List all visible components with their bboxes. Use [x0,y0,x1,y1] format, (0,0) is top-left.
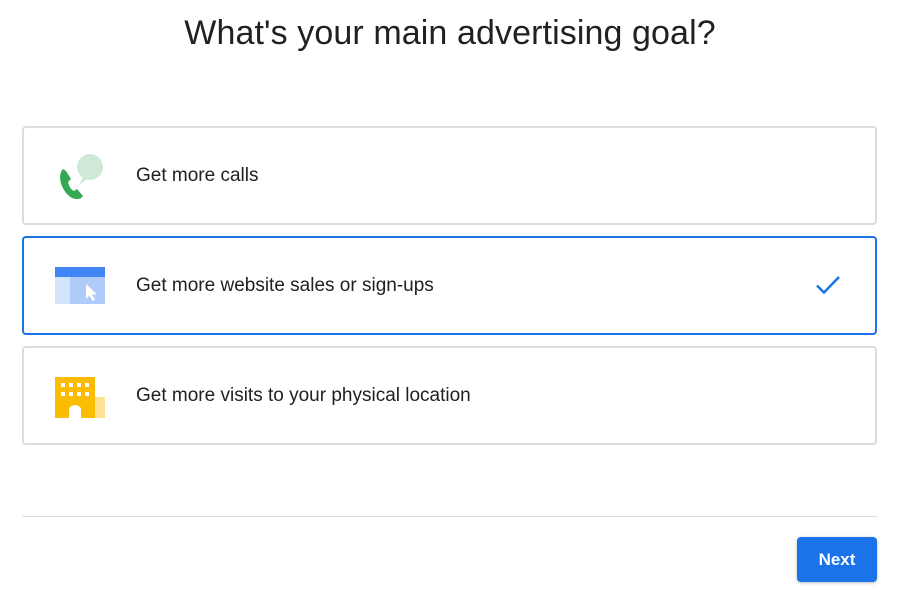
goal-option-calls[interactable]: Get more calls [22,126,877,225]
browser-window-cursor-icon [55,267,105,304]
goal-option-website[interactable]: Get more website sales or sign-ups [22,236,877,335]
option-label: Get more calls [136,165,259,186]
page-title: What's your main advertising goal? [184,14,716,52]
storefront-building-icon [55,377,105,418]
option-label: Get more visits to your physical locatio… [136,385,471,406]
footer-divider [22,516,877,517]
goal-option-location[interactable]: Get more visits to your physical locatio… [22,346,877,445]
phone-with-speech-bubble-icon [60,154,103,200]
checkmark-icon [816,276,840,295]
next-button[interactable]: Next [797,537,877,582]
option-label: Get more website sales or sign-ups [136,275,434,296]
